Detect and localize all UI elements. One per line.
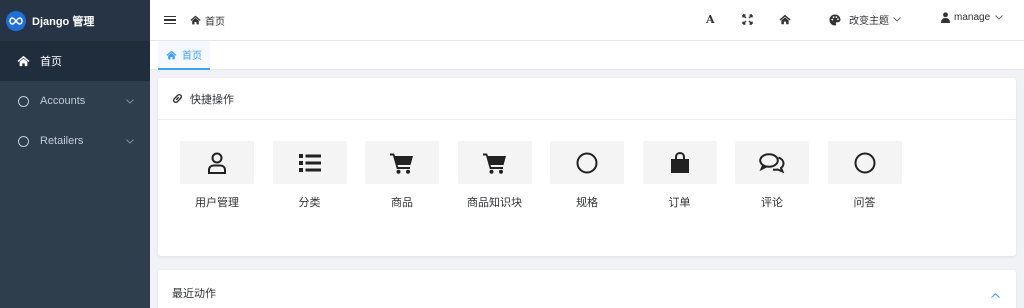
link-icon	[173, 94, 182, 103]
quick-grid: 用户管理 分类 商品 商品知识块 规格 订单 评论 问答	[180, 141, 920, 210]
breadcrumb[interactable]: 首页	[190, 13, 225, 28]
user-label: manage	[954, 12, 991, 23]
quick-item-qa[interactable]: 问答	[827, 141, 902, 210]
quick-item-knowledge[interactable]: 商品知识块	[457, 141, 532, 210]
recent-actions-card: 最近动作	[158, 270, 1016, 308]
quick-item-orders[interactable]: 订单	[642, 141, 717, 210]
chevron-up-icon[interactable]	[991, 287, 1000, 301]
brand-name: Django 管理	[32, 15, 95, 28]
home-icon	[190, 15, 201, 25]
chevron-down-icon	[995, 15, 1003, 20]
home-icon	[166, 50, 177, 59]
cart-icon	[390, 153, 413, 174]
card-header: 快捷操作	[158, 78, 1016, 120]
sidebar-item-retailers[interactable]: Retailers	[0, 121, 150, 161]
quick-item-label: 评论	[761, 197, 783, 209]
shopping-bag-icon	[670, 151, 689, 173]
quick-item-label: 商品	[391, 197, 413, 209]
chevron-down-icon	[893, 17, 901, 22]
chevron-down-icon	[126, 95, 134, 107]
quick-item-label: 分类	[298, 197, 321, 209]
sidebar-item-label: Retailers	[40, 135, 84, 147]
circle-icon	[576, 152, 598, 173]
sidebar-item-home[interactable]: 首页	[0, 41, 150, 81]
quick-item-label: 问答	[853, 197, 876, 209]
home-icon[interactable]	[779, 14, 791, 28]
user-dropdown[interactable]: manage	[941, 12, 1003, 23]
chevron-down-icon	[126, 135, 134, 147]
quick-item-category[interactable]: 分类	[272, 141, 347, 210]
sidebar: Django 管理 首页 Accounts Retailers	[0, 0, 150, 308]
font-size-button[interactable]: A	[706, 13, 715, 26]
comments-icon	[759, 152, 785, 173]
circle-icon	[854, 152, 875, 173]
breadcrumb-label: 首页	[205, 16, 225, 28]
circle-icon	[17, 95, 30, 108]
theme-label: 改变主题	[849, 16, 889, 27]
quick-item-comments[interactable]: 评论	[735, 141, 809, 210]
quick-item-label: 订单	[668, 197, 691, 209]
cart-icon	[482, 153, 506, 174]
theme-dropdown[interactable]: 改变主题	[829, 12, 901, 27]
sidebar-item-accounts[interactable]: Accounts	[0, 81, 150, 121]
quick-item-label: 规格	[576, 197, 598, 209]
quick-item-label: 商品知识块	[467, 197, 522, 209]
topbar: 首页 A 改变主题 manage	[150, 0, 1024, 41]
card-title: 最近动作	[172, 288, 216, 300]
quick-item-users[interactable]: 用户管理	[180, 141, 254, 210]
palette-icon	[829, 14, 841, 25]
brand[interactable]: Django 管理	[0, 0, 150, 41]
circle-icon	[17, 135, 30, 148]
tabs-bar: 首页	[150, 41, 1024, 70]
sidebar-item-label: 首页	[40, 56, 62, 68]
quick-item-products[interactable]: 商品	[365, 141, 439, 210]
sidebar-item-label: Accounts	[40, 95, 86, 107]
card-title: 快捷操作	[190, 93, 234, 106]
home-icon	[17, 55, 30, 68]
tab-label: 首页	[182, 51, 202, 62]
list-icon	[298, 153, 321, 172]
quick-item-specs[interactable]: 规格	[550, 141, 624, 210]
tab-home[interactable]: 首页	[158, 41, 210, 70]
quick-item-label: 用户管理	[195, 197, 239, 209]
infinity-icon	[6, 10, 26, 31]
user-icon	[208, 152, 226, 174]
hamburger-icon[interactable]	[164, 15, 176, 25]
fullscreen-icon[interactable]	[742, 14, 753, 28]
user-icon	[941, 12, 950, 23]
quick-actions-card: 快捷操作 用户管理 分类 商品 商品知识块 规格 订单 评论 问答	[158, 78, 1016, 256]
